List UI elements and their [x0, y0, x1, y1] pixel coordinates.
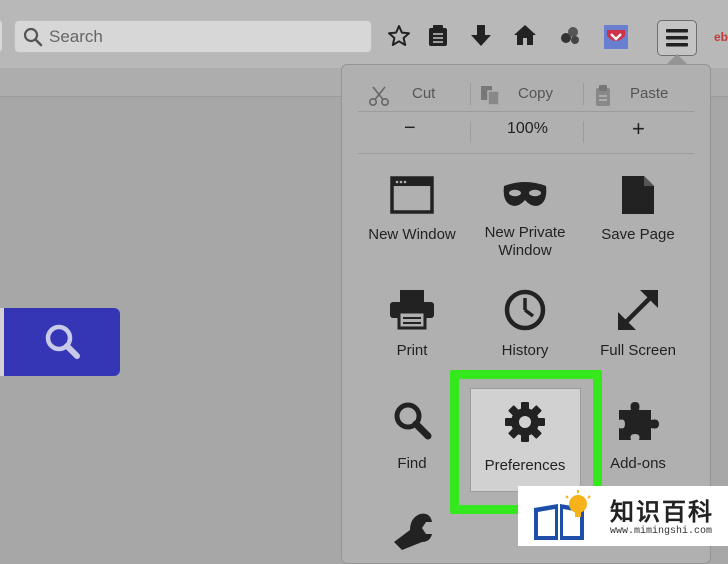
copy-button[interactable]: Copy [480, 83, 580, 107]
private-mask-icon [503, 182, 547, 206]
menu-item-save-page[interactable]: Save Page [581, 174, 695, 244]
reading-list-icon[interactable] [427, 24, 449, 48]
new-window-icon [390, 176, 434, 214]
search-box[interactable] [14, 20, 372, 53]
scissors-icon [368, 86, 390, 107]
zoom-in-button[interactable]: + [632, 116, 645, 142]
watermark-url: www.mimingshi.com [610, 526, 713, 537]
divider [358, 111, 694, 112]
menu-item-label: Find [397, 455, 427, 472]
search-icon [23, 27, 43, 47]
menu-item-find[interactable]: Find [355, 400, 469, 473]
bookmark-ebay[interactable]: eb [714, 30, 728, 44]
puzzle-piece-icon [619, 402, 659, 440]
hamburger-menu-button[interactable] [657, 20, 697, 56]
watermark-logo: 知识百科 www.mimingshi.com [518, 486, 728, 546]
menu-item-history[interactable]: History [468, 288, 582, 360]
menu-item-developer[interactable] [355, 510, 469, 555]
menu-item-new-private-window[interactable]: New Private Window [468, 176, 582, 260]
sync-icon[interactable] [558, 24, 582, 48]
paste-button[interactable]: Paste [594, 83, 694, 107]
search-input[interactable] [49, 21, 359, 52]
menu-item-full-screen[interactable]: Full Screen [581, 288, 695, 360]
fullscreen-arrows-icon [618, 290, 658, 330]
pocket-icon[interactable] [603, 24, 629, 50]
menu-item-label: Print [396, 342, 428, 359]
printer-icon [390, 290, 434, 330]
save-page-icon [622, 176, 654, 214]
home-icon[interactable] [513, 24, 537, 46]
copy-label: Copy [518, 85, 554, 102]
divider [358, 153, 694, 154]
gear-icon [505, 402, 545, 442]
menu-item-new-window[interactable]: New Window [355, 176, 469, 244]
book-lightbulb-icon [534, 490, 591, 540]
star-icon[interactable] [387, 24, 411, 48]
page-search-button[interactable] [4, 308, 120, 376]
cut-button[interactable]: Cut [368, 83, 468, 107]
clock-icon [504, 289, 546, 331]
watermark-title: 知识百科 [610, 499, 714, 526]
menu-item-label: New Window [368, 226, 456, 243]
clipboard-icon [596, 85, 610, 106]
hamburger-menu-icon [666, 29, 688, 47]
menu-item-preferences[interactable]: Preferences [468, 400, 582, 475]
separator [583, 121, 584, 143]
menu-item-label: New Private Window [484, 224, 566, 259]
download-icon[interactable] [470, 24, 492, 48]
copy-icon [481, 86, 500, 106]
menu-item-label: Full Screen [600, 342, 676, 359]
menu-item-print[interactable]: Print [355, 288, 469, 360]
separator [470, 83, 471, 105]
menu-item-label: Preferences [484, 457, 566, 474]
menu-item-label: History [501, 342, 549, 359]
menu-item-label: Add-ons [610, 455, 666, 472]
paste-label: Paste [630, 85, 669, 102]
menu-item-label: Save Page [601, 226, 675, 243]
zoom-level-button[interactable]: 100% [507, 120, 548, 138]
menu-item-add-ons[interactable]: Add-ons [581, 398, 695, 473]
magnifier-icon [394, 402, 432, 440]
cut-label: Cut [412, 85, 436, 102]
url-bar-edge[interactable] [0, 20, 2, 52]
wrench-icon [394, 513, 432, 550]
separator [583, 83, 584, 105]
separator [470, 121, 471, 143]
zoom-out-button[interactable]: − [404, 117, 416, 140]
search-icon [45, 324, 80, 359]
